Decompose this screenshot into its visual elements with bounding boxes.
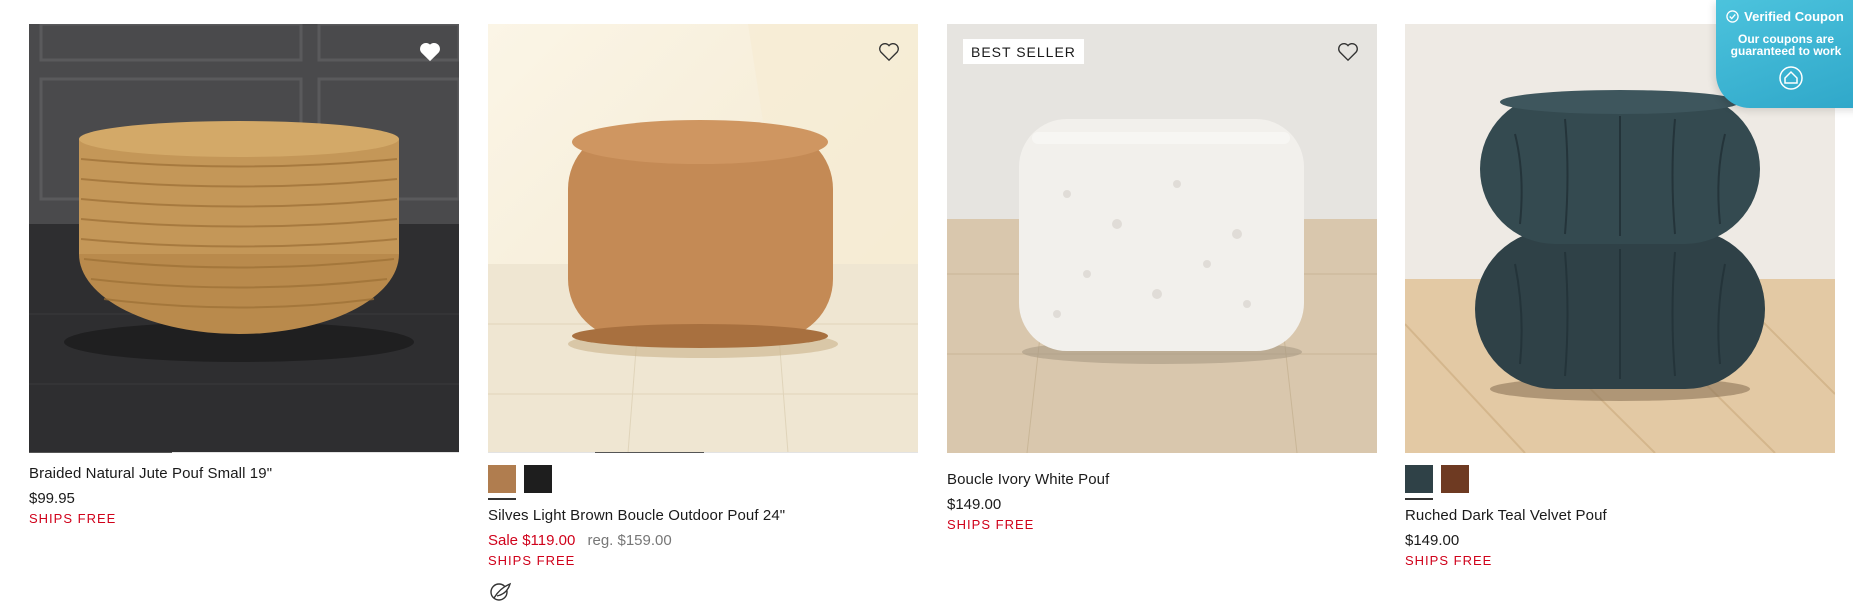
product-name[interactable]: Braided Natural Jute Pouf Small 19" — [29, 465, 459, 482]
best-seller-badge: BEST SELLER — [963, 39, 1084, 64]
image-carousel-scrollbar[interactable] — [488, 452, 918, 453]
ivory-pouf-image — [947, 24, 1377, 453]
product-name[interactable]: Boucle Ivory White Pouf — [947, 471, 1377, 488]
shipping-label: SHIPS FREE — [1405, 553, 1493, 568]
carousel-scroll-thumb[interactable] — [29, 452, 172, 453]
favorite-heart-icon[interactable] — [1337, 42, 1359, 62]
coupon-subtitle: Our coupons are guaranteed to work — [1730, 32, 1842, 58]
product-card-silves-pouf[interactable]: Silves Light Brown Boucle Outdoor Pouf 2… — [488, 24, 918, 607]
swatch-light-brown[interactable] — [488, 465, 516, 500]
carousel-scroll-thumb[interactable] — [595, 452, 704, 453]
shipping-label: SHIPS FREE — [29, 511, 117, 526]
product-card-boucle-ivory[interactable]: BEST SELLER Boucle Ivory White Pouf $149… — [947, 24, 1377, 532]
shipping-label: SHIPS FREE — [488, 553, 576, 568]
favorite-heart-icon[interactable] — [419, 42, 441, 62]
coupon-title-row: Verified Coupon — [1716, 9, 1853, 24]
jute-pouf-image — [29, 24, 459, 453]
product-image-boucle-ivory[interactable]: BEST SELLER — [947, 24, 1377, 453]
product-image-jute-pouf[interactable] — [29, 24, 459, 453]
color-swatches — [488, 465, 918, 500]
product-card-jute-pouf[interactable]: Braided Natural Jute Pouf Small 19" $99.… — [29, 24, 459, 526]
swatch-dark-teal[interactable] — [1405, 465, 1433, 500]
favorite-heart-icon[interactable] — [878, 42, 900, 62]
boucle-pouf-image — [488, 24, 918, 453]
swatch-rust[interactable] — [1441, 465, 1469, 493]
coupon-title: Verified Coupon — [1744, 9, 1844, 24]
product-price: Sale $119.00 reg. $159.00 — [488, 532, 918, 549]
product-name[interactable]: Silves Light Brown Boucle Outdoor Pouf 2… — [488, 507, 918, 524]
product-image-silves-pouf[interactable] — [488, 24, 918, 453]
product-grid: Braided Natural Jute Pouf Small 19" $99.… — [0, 0, 1853, 601]
color-swatches — [1405, 465, 1835, 500]
check-circle-icon — [1726, 10, 1739, 23]
product-name[interactable]: Ruched Dark Teal Velvet Pouf — [1405, 507, 1835, 524]
product-price: $99.95 — [29, 490, 75, 507]
product-price: $149.00 — [947, 496, 1002, 513]
coupon-logo-icon[interactable] — [1778, 65, 1804, 91]
image-carousel-scrollbar[interactable] — [29, 452, 459, 453]
product-price: $149.00 — [1405, 532, 1460, 549]
shipping-label: SHIPS FREE — [947, 517, 1035, 532]
verified-coupon-widget[interactable]: Verified Coupon Our coupons are guarante… — [1716, 0, 1853, 108]
swatch-black[interactable] — [524, 465, 552, 493]
regular-price: reg. $159.00 — [587, 532, 672, 549]
sale-price: Sale $119.00 — [488, 532, 576, 549]
